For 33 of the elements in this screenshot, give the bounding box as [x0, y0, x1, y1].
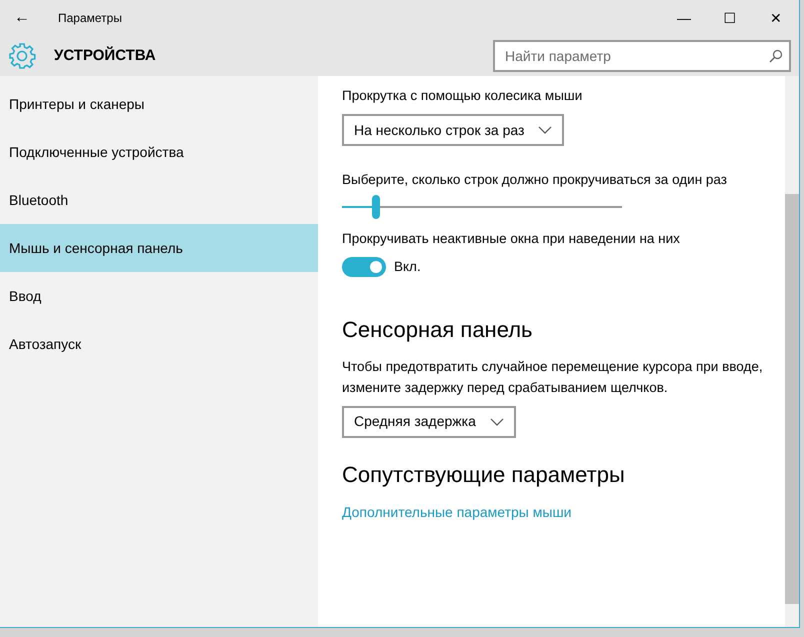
dropdown[interactable]: На несколько строк за раз	[342, 114, 564, 146]
sidebar-item[interactable]: Мышь и сенсорная панель	[0, 224, 318, 272]
sidebar-item[interactable]: Подключенные устройства	[0, 128, 318, 176]
search-field[interactable]: Найти параметр	[493, 40, 791, 72]
section-title: УСТРОЙСТВА	[54, 45, 156, 66]
slider[interactable]	[342, 194, 622, 218]
dropdown-value: На несколько строк за раз	[354, 120, 524, 140]
sidebar-item[interactable]: Принтеры и сканеры	[0, 80, 318, 128]
toggle-state: Вкл.	[394, 258, 421, 276]
setting-label: Прокручивать неактивные окна при наведении на них	[342, 230, 681, 248]
setting-label: Прокрутка с помощью колесика мыши	[342, 87, 584, 105]
window-title: Параметры	[58, 10, 122, 27]
section-heading: Сенсорная панель	[342, 317, 534, 344]
setting-label: Чтобы предотвратить случайное перемещение курсора при вводе, измените задержку перед срабатыванием щелчков.	[342, 358, 764, 397]
scrollbar[interactable]	[785, 76, 799, 627]
sidebar-item[interactable]: Ввод	[0, 272, 318, 320]
toggle-switch[interactable]	[342, 256, 386, 277]
chevron-icon	[490, 418, 504, 426]
setting-label: Выберите, сколько строк должно прокручиваться за один раз	[342, 171, 728, 190]
slider-thumb[interactable]	[372, 194, 380, 218]
dropdown-value: Средняя задержка	[354, 412, 476, 432]
sidebar-item[interactable]: Bluetooth	[0, 176, 318, 224]
chevron-icon	[538, 126, 552, 134]
gear-icon	[8, 42, 36, 70]
close-button[interactable]: ✕	[753, 0, 799, 36]
sidebar-item[interactable]: Автозапуск	[0, 320, 318, 368]
dropdown[interactable]: Средняя задержка	[342, 406, 516, 438]
scrollbar-thumb[interactable]	[785, 194, 799, 604]
section-heading: Сопутствующие параметры	[342, 462, 626, 488]
maximize-button[interactable]: ☐	[707, 0, 753, 36]
search-icon	[769, 49, 783, 63]
minimize-button[interactable]: —	[661, 0, 707, 36]
back-button[interactable]: ←	[0, 0, 44, 36]
